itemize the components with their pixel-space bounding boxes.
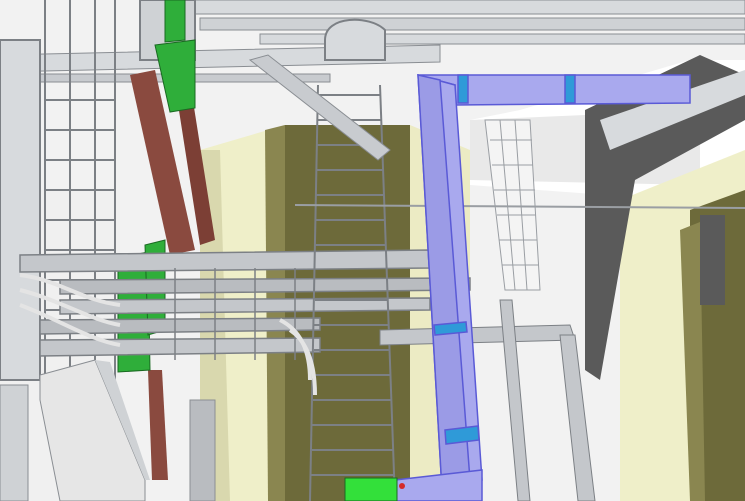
- blue-band: [444, 425, 480, 445]
- pit-floor: [285, 125, 410, 501]
- blue-band: [433, 321, 468, 336]
- cad-scene: [0, 0, 745, 501]
- blue-band: [457, 74, 469, 104]
- cad-viewport: [0, 0, 745, 501]
- blue-band: [564, 74, 576, 104]
- green-marker: [344, 477, 398, 501]
